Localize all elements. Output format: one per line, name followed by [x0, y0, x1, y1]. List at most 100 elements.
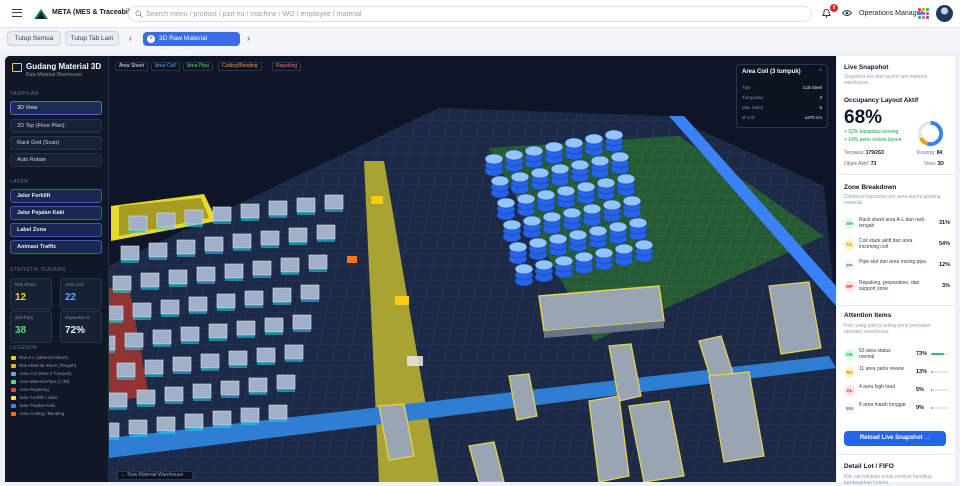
live-snapshot-panel: Live Snapshot Snapshot live dari layout …	[837, 56, 955, 486]
stat-card: Area Coil 22	[60, 278, 102, 310]
zone-code-icon: PP	[844, 260, 855, 271]
search-icon	[135, 10, 143, 18]
attention-bar	[931, 407, 949, 409]
occupancy-free: + 32% kapasitas kosong	[844, 129, 899, 135]
apps-grid-icon[interactable]	[918, 8, 929, 19]
attention-item[interactable]: RV 11 area perlu review 13%	[844, 366, 950, 384]
attention-pct: 9%	[916, 405, 924, 411]
legend-item: Rak A-L (Material Sheet)	[11, 355, 68, 361]
attention-bar	[931, 389, 949, 391]
zone-desc: Pipe slot dan area mixing pipa	[859, 259, 926, 265]
zone-pct: 31%	[938, 220, 950, 226]
zone-code-icon: SH	[844, 218, 855, 229]
legend-swatch	[11, 356, 16, 360]
legend-item: Jalur Forklift / Jalan	[11, 395, 58, 401]
stat-card: Rak Sheet 12	[10, 278, 52, 310]
user-avatar[interactable]	[936, 5, 953, 22]
layer-section-label: LAYER	[10, 179, 29, 185]
stat-card: Kapasitas % 72%	[60, 311, 102, 343]
zone-item[interactable]: CL Coil stack aktif dan area incoming coi…	[844, 238, 950, 258]
close-other-tabs-button[interactable]: Tutup Tab Lain	[65, 31, 119, 46]
attention-pct: 5%	[916, 387, 924, 393]
global-search-input[interactable]: Search menu / product / part no / machin…	[128, 6, 812, 22]
layer-walkway-toggle[interactable]: Jalur Pejalan Kaki	[10, 206, 102, 220]
lot-fifo-desc: Klik rak/coil/pipa untuk melihat handlin…	[844, 474, 932, 486]
view-3d-button[interactable]: 3D View	[10, 101, 102, 115]
sidebar-subtitle: Raw Material Warehouse	[26, 72, 82, 78]
legend-item: Area Cutting / Bending	[11, 411, 64, 417]
legend-label: Area Repaking	[19, 387, 49, 392]
stat-value: 38	[15, 325, 27, 336]
tab-close-icon[interactable]: ×	[147, 35, 155, 43]
top-bar: META (MES & Traceability) Search menu / …	[0, 0, 960, 28]
chip-area-pipa[interactable]: Area Pipa	[183, 62, 213, 71]
menu-icon[interactable]	[12, 9, 22, 17]
warehouse-3d-canvas[interactable]: Area Sheet Area Coil Area Pipa Cutting/B…	[72, 56, 836, 482]
legend-item: Area Coil (Max 4 Tumpuk)	[11, 371, 71, 377]
legend-section-label: LEGENDA	[10, 345, 38, 351]
attention-item[interactable]: OK 63 area status normal 73%	[844, 348, 950, 366]
warehouse-3d-scene[interactable]	[72, 56, 836, 482]
stat-card: Slot Pipa 38	[10, 311, 52, 343]
tab-prev-icon[interactable]: ‹	[129, 34, 132, 43]
warehouse-nav-chip[interactable]: ← Raw Material Warehouse	[117, 471, 193, 480]
active-objects: Objek Aktif: 73	[844, 161, 877, 167]
user-name[interactable]: Operations Manager	[859, 10, 923, 17]
legend-item: Area Repaking	[11, 387, 49, 393]
zone-desc: Rack sheet area A-L dan rack tengah	[859, 217, 925, 229]
zone-code-icon: RP	[844, 281, 855, 292]
snapshot-desc: Snapshot live dari layout raw material w…	[844, 74, 928, 86]
view-rack-grid-button[interactable]: Rack Grid (Scan)	[10, 136, 102, 150]
stat-label: Area Coil	[65, 282, 84, 287]
stat-value: 12	[15, 292, 27, 303]
snapshot-title: Live Snapshot	[844, 64, 889, 71]
zone-item[interactable]: SH Rack sheet area A-L dan rack tengah 31%	[844, 217, 950, 237]
chip-repaking[interactable]: Repaking	[272, 62, 302, 71]
attention-pct: 73%	[916, 351, 928, 357]
legend-label: Area Cutting / Bending	[19, 411, 65, 416]
close-all-tabs-button[interactable]: Tutup Semua	[7, 31, 61, 46]
tab-label: 3D Raw Material Warehouse	[159, 35, 208, 56]
attention-item[interactable]: AL 4 area high load 5%	[844, 384, 950, 402]
zone-item[interactable]: PP Pipe slot dan area mixing pipa 12%	[844, 259, 950, 279]
legend-swatch	[11, 396, 16, 400]
close-icon[interactable]: ×	[818, 68, 822, 74]
tab-3d-raw-material-warehouse[interactable]: × 3D Raw Material Warehouse	[143, 32, 240, 56]
chip-cutting-bending[interactable]: Cutting/Bending	[218, 62, 262, 71]
sidebar-title: Gudang Material 3D	[26, 62, 102, 71]
legend-item: Jalur Pejalan Kaki	[11, 403, 55, 409]
info-title: Area Coil (3 tumpuk)	[742, 69, 801, 75]
used-capacity: Terpakai: 179/263	[844, 150, 884, 156]
auto-rotate-button[interactable]: Auto Rotate	[10, 153, 102, 167]
notification-badge: 8	[830, 4, 838, 12]
attention-pct: 13%	[916, 369, 928, 375]
legend-label: Jalur Pejalan Kaki	[19, 403, 56, 408]
layer-traffic-anim-toggle[interactable]: Animasi Traffic	[10, 240, 102, 254]
warehouse-icon	[12, 63, 22, 72]
attention-code-icon: EM	[844, 403, 855, 414]
legend-swatch	[11, 412, 16, 416]
chip-area-coil[interactable]: Area Coil	[151, 62, 180, 71]
tab-next-icon[interactable]: ›	[247, 34, 250, 43]
layer-forklift-toggle[interactable]: Jalur Forklift	[10, 189, 102, 203]
selection-info-card: Area Coil (3 tumpuk) × Tipe Coil Steel Tu…	[736, 64, 828, 128]
attention-bar	[931, 371, 949, 373]
zone-item[interactable]: RP Repaking, preparation, dan support zon…	[844, 280, 950, 300]
legend-swatch	[11, 388, 16, 392]
reload-snapshot-button[interactable]: Reload Live Snapshot →	[844, 431, 946, 446]
chip-area-sheet[interactable]: Area Sheet	[115, 62, 149, 71]
zone-breakdown-desc: Distribusi kapasitas per area utama guda…	[844, 194, 941, 206]
current-view: View: 3D	[924, 161, 944, 167]
attention-title: Attention Items	[844, 312, 892, 319]
zone-pct: 12%	[938, 262, 950, 268]
zone-desc: Coil stack aktif dan area incoming coil	[859, 238, 913, 250]
search-placeholder: Search menu / product / part no / machin…	[146, 11, 362, 18]
occupancy-value: 68%	[844, 107, 883, 128]
layer-zone-label-toggle[interactable]: Label Zona	[10, 223, 102, 237]
eye-icon[interactable]	[842, 9, 852, 17]
legend-label: Jalur Forklift / Jalan	[19, 395, 59, 400]
attention-item[interactable]: EM 8 area masih longgar 9%	[844, 402, 950, 420]
tab-bar: Tutup Semua Tutup Tab Lain ‹ × 3D Raw Mat…	[0, 28, 960, 56]
view-2d-top-button[interactable]: 2D Top (Floor Plan)	[10, 119, 102, 133]
info-row: Tumpukan 3	[742, 95, 822, 100]
